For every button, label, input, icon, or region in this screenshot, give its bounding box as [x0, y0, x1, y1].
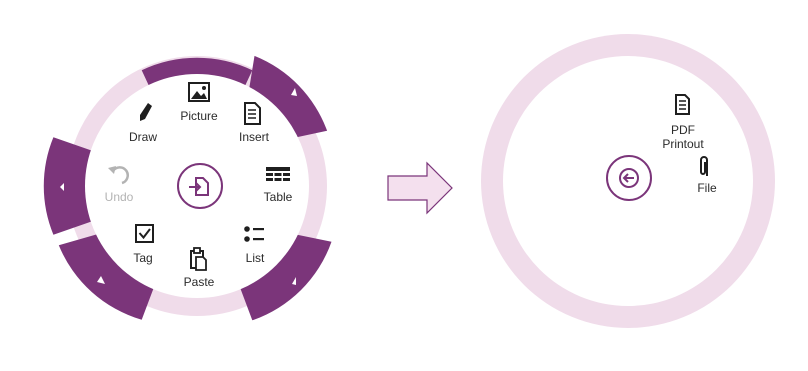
back-button[interactable] — [606, 155, 652, 201]
chevron-up-icon — [193, 50, 201, 55]
checkbox-icon[interactable] — [135, 224, 154, 243]
paste-label: Paste — [183, 275, 215, 289]
file-label: File — [697, 181, 717, 195]
insert-label: Insert — [238, 130, 270, 144]
picture-icon[interactable] — [188, 82, 210, 102]
undo-label: Undo — [104, 190, 134, 204]
table-label: Table — [263, 190, 293, 204]
pdf-printout-label-line2: Printout — [662, 137, 704, 151]
pdf-printout-label-line1: PDF — [670, 123, 695, 137]
document-icon[interactable] — [244, 102, 261, 125]
pdf-printout-label: PDF Printout — [662, 123, 703, 151]
center-button[interactable] — [177, 163, 223, 209]
clipboard-icon[interactable] — [190, 247, 207, 271]
right-arrow-icon — [387, 161, 453, 215]
table-icon[interactable] — [266, 167, 290, 181]
radial-menu-submenu — [481, 34, 775, 328]
draw-label: Draw — [128, 130, 158, 144]
tag-label: Tag — [133, 251, 153, 265]
picture-label: Picture — [180, 109, 218, 123]
pdf-document-icon[interactable] — [675, 94, 690, 115]
list-label: List — [245, 251, 265, 265]
